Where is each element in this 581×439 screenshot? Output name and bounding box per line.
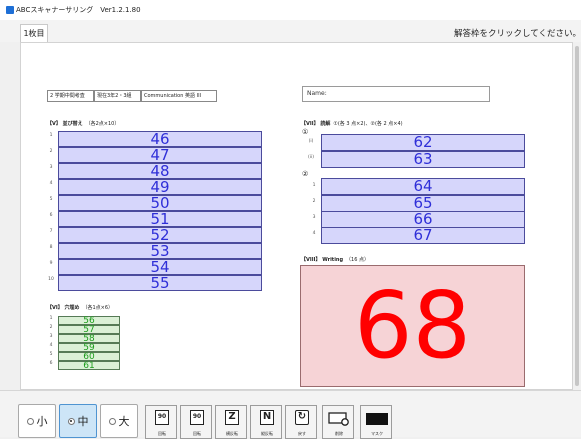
answer-box[interactable]: 67: [321, 227, 525, 244]
section-v-points: （各2点×10）: [85, 121, 120, 127]
answer-box[interactable]: 50: [58, 195, 262, 211]
window-title: ABCスキャナーサリング Ver1.2.1.80: [16, 6, 141, 14]
rotate-right-icon: 90: [190, 410, 204, 425]
name-field[interactable]: Name:: [302, 86, 490, 102]
answer-box[interactable]: 51: [58, 211, 262, 227]
answer-box[interactable]: 48: [58, 163, 262, 179]
row-number: 3: [49, 165, 53, 170]
row-number: 1: [312, 183, 316, 188]
small-answer-box[interactable]: 58: [58, 334, 120, 344]
radio-icon: [108, 417, 116, 425]
answer-box[interactable]: 46: [58, 131, 262, 147]
row-number: 5: [49, 352, 53, 357]
row-number: 2: [49, 325, 53, 330]
size-medium-label: 中: [77, 415, 89, 428]
radio-checked-icon: [67, 417, 75, 425]
section-vi-title: 【VI】 穴埋め: [47, 305, 80, 311]
scrollbar-thumb[interactable]: [575, 46, 579, 386]
section-v-title: 【V】 並び替え: [47, 121, 83, 127]
sub-row-label: (i): [308, 139, 314, 144]
mask-label: マスク: [371, 431, 383, 436]
radio-icon: [26, 417, 34, 425]
rotate-right-label: 回転: [193, 431, 201, 436]
small-answer-box[interactable]: 57: [58, 325, 120, 335]
section-viii-points: （16 点）: [346, 257, 369, 263]
size-medium-button[interactable]: 中: [59, 404, 97, 438]
flip-horizontal-label: 横反転: [226, 431, 238, 436]
small-answer-box[interactable]: 56: [58, 316, 120, 326]
section-v-heading: 【V】 並び替え （各2点×10）: [47, 120, 119, 127]
flip-vertical-label: 縦反転: [261, 431, 273, 436]
row-number: 4: [49, 181, 53, 186]
exam-subject-cell: Communication 英語 III: [141, 90, 217, 102]
rotate-left-icon: 90: [155, 410, 169, 425]
row-number: 6: [49, 361, 53, 366]
undo-label: 戻す: [298, 431, 306, 436]
undo-button[interactable]: ↻ 戻す: [285, 405, 317, 439]
rotate-left-button[interactable]: 90 回転: [145, 405, 177, 439]
section-viii-heading: 【VIII】 Writing （16 点）: [301, 256, 369, 263]
small-answer-box[interactable]: 61: [58, 361, 120, 371]
flip-horizontal-icon: Z: [225, 410, 239, 425]
size-large-button[interactable]: 大: [100, 404, 138, 438]
size-large-label: 大: [118, 415, 130, 428]
row-number: 5: [49, 197, 53, 202]
row-number: 1: [49, 133, 53, 138]
answer-box[interactable]: 63: [321, 151, 525, 168]
answer-box[interactable]: 64: [321, 178, 525, 195]
rotate-right-button[interactable]: 90 回転: [180, 405, 212, 439]
row-number: 4: [49, 343, 53, 348]
row-number: 3: [312, 215, 316, 220]
flip-vertical-button[interactable]: N 縦反転: [250, 405, 282, 439]
answer-box[interactable]: 54: [58, 259, 262, 275]
part-2-marker: ②: [302, 170, 309, 178]
answer-box[interactable]: 55: [58, 275, 262, 291]
row-number: 10: [48, 277, 54, 282]
exam-term-cell: 2 学期中間考査: [47, 90, 94, 102]
row-number: 2: [312, 199, 316, 204]
undo-icon: ↻: [295, 410, 309, 425]
small-answer-box[interactable]: 59: [58, 343, 120, 353]
row-number: 4: [312, 231, 316, 236]
part-1-marker: ①: [302, 128, 309, 136]
row-number: 6: [49, 213, 53, 218]
size-small-label: 小: [36, 415, 48, 428]
row-number: 8: [49, 245, 53, 250]
tab-page-1[interactable]: 1枚目: [20, 24, 48, 42]
answer-box[interactable]: 49: [58, 179, 262, 195]
flip-vertical-icon: N: [260, 410, 274, 425]
app-logo-icon: [6, 6, 14, 14]
answer-box[interactable]: 62: [321, 134, 525, 151]
size-small-button[interactable]: 小: [18, 404, 56, 438]
exam-class-cell: 現在3年2・3組: [94, 90, 141, 102]
rotate-left-label: 回転: [158, 431, 166, 436]
flip-horizontal-button[interactable]: Z 横反転: [215, 405, 247, 439]
mask-button[interactable]: マスク: [360, 405, 392, 439]
mask-icon: [366, 413, 388, 425]
section-vi-heading: 【VI】 穴埋め （各1点×6）: [47, 304, 113, 311]
delete-icon: [328, 412, 349, 426]
section-vii-title: 【VII】 読解: [301, 121, 331, 127]
answer-box[interactable]: 47: [58, 147, 262, 163]
row-number: 3: [49, 334, 53, 339]
section-viii-title: 【VIII】 Writing: [301, 257, 344, 263]
section-vii-points: ①(各 3 点×2)、②(各 2 点×4): [333, 121, 403, 127]
section-vi-points: （各1点×6）: [82, 305, 114, 311]
row-number: 2: [49, 149, 53, 154]
title-bar: ABCスキャナーサリング Ver1.2.1.80: [0, 0, 581, 20]
small-answer-box[interactable]: 60: [58, 352, 120, 362]
sub-row-label: (ii): [307, 155, 314, 160]
delete-button[interactable]: 削除: [322, 405, 354, 439]
section-vii-heading: 【VII】 読解 ①(各 3 点×2)、②(各 2 点×4): [301, 120, 403, 127]
answer-box[interactable]: 53: [58, 243, 262, 259]
row-number: 7: [49, 229, 53, 234]
row-number: 9: [49, 261, 53, 266]
writing-answer-box[interactable]: 68: [300, 265, 525, 387]
delete-label: 削除: [335, 431, 343, 436]
answer-box[interactable]: 52: [58, 227, 262, 243]
row-number: 1: [49, 316, 53, 321]
instruction-text: 解答枠をクリックしてください。: [454, 29, 581, 39]
